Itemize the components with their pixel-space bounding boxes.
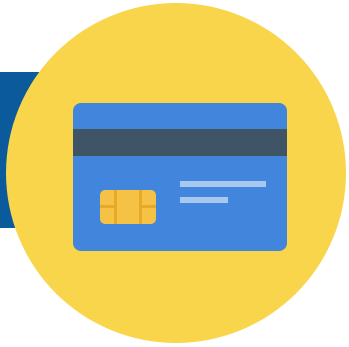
credit-card-icon [6,3,346,343]
card-body [73,103,287,251]
credit-card-illustration [0,0,349,347]
card-text-line-long [180,181,266,187]
magnetic-stripe [73,129,287,156]
card-text-line-short [180,197,228,203]
chip-icon [100,190,156,224]
